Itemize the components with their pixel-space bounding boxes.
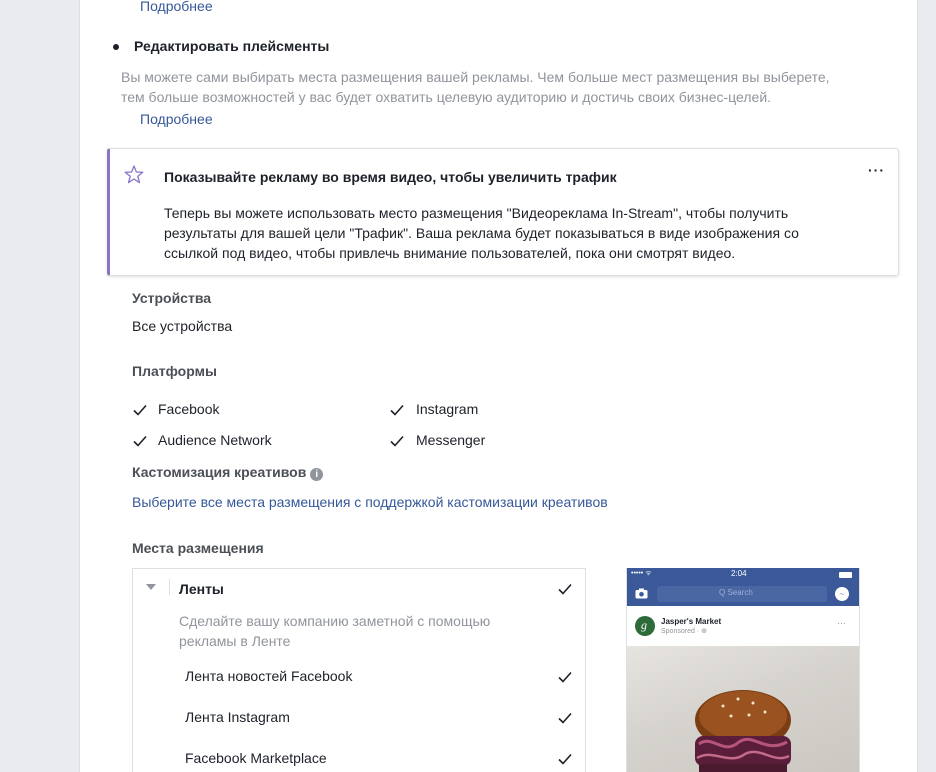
- radio-selected-dot: [113, 44, 119, 50]
- platforms-heading: Платформы: [132, 363, 217, 379]
- advertiser-avatar: g: [635, 616, 655, 636]
- placement-item-facebook-news-feed[interactable]: Лента новостей Facebook: [185, 668, 352, 684]
- devices-value[interactable]: Все устройства: [132, 318, 232, 334]
- tip-title: Показывайте рекламу во время видео, чтоб…: [164, 169, 617, 185]
- info-icon[interactable]: i: [310, 468, 324, 481]
- tip-body: Теперь вы можете использовать место разм…: [164, 203, 894, 263]
- placements-card: Подробнее Редактировать плейсменты Вы мо…: [79, 0, 918, 772]
- facebook-label[interactable]: Facebook: [158, 401, 219, 417]
- messenger-checkbox[interactable]: [389, 433, 405, 449]
- placement-item-facebook-marketplace[interactable]: Facebook Marketplace: [185, 750, 327, 766]
- phone-search-field: Q Search: [657, 586, 827, 602]
- burger-image: [695, 690, 791, 772]
- camera-icon: [635, 588, 648, 599]
- ad-image: [627, 646, 859, 772]
- placements-list-panel: Ленты Сделайте вашу компанию заметной с …: [132, 568, 586, 772]
- customization-link[interactable]: Выберите все места размещения с поддержк…: [132, 494, 608, 510]
- audience-network-checkbox[interactable]: [132, 433, 148, 449]
- edit-placements-desc-line2: тем больше возможностей у вас будет охва…: [121, 89, 772, 105]
- post-menu-icon: ···: [837, 618, 846, 628]
- status-signal: ••••• ᯤ: [631, 570, 652, 577]
- instagram-checkbox[interactable]: [389, 402, 405, 418]
- facebook-news-feed-checkbox[interactable]: [557, 669, 573, 685]
- customization-heading-row: Кастомизация креативов i: [132, 464, 324, 481]
- messenger-label[interactable]: Messenger: [416, 432, 485, 448]
- messenger-icon: [835, 587, 849, 601]
- search-placeholder: Q Search: [719, 588, 753, 597]
- status-time: 2:04: [731, 569, 747, 578]
- tip-body-line3: ссылкой под видео, чтобы привлечь вниман…: [164, 245, 736, 261]
- edit-placements-desc-line1: Вы можете сами выбирать места размещения…: [121, 69, 830, 85]
- avatar-letter: g: [641, 618, 647, 632]
- facebook-checkbox[interactable]: [132, 402, 148, 418]
- more-link-edit-placements[interactable]: Подробнее: [140, 111, 213, 127]
- instagram-feed-checkbox[interactable]: [557, 710, 573, 726]
- edit-placements-radio[interactable]: [109, 40, 123, 54]
- edit-placements-label[interactable]: Редактировать плейсменты: [134, 38, 329, 54]
- tip-body-line1: Теперь вы можете использовать место разм…: [164, 205, 789, 221]
- instream-tip-box: Показывайте рекламу во время видео, чтоб…: [107, 148, 899, 276]
- phone-nav-bar: Q Search: [627, 582, 859, 606]
- caret-down-icon[interactable]: [145, 583, 157, 591]
- edit-placements-description: Вы можете сами выбирать места размещения…: [121, 67, 911, 107]
- divider: [169, 579, 170, 595]
- feeds-desc-line1: Сделайте вашу компанию заметной с помощь…: [179, 613, 491, 629]
- tip-body-line2: результаты для вашей цели "Трафик". Ваша…: [164, 225, 799, 241]
- placement-item-instagram-feed[interactable]: Лента Instagram: [185, 709, 290, 725]
- audience-network-label[interactable]: Audience Network: [158, 432, 272, 448]
- instagram-label[interactable]: Instagram: [416, 401, 478, 417]
- phone-status-bar: ••••• ᯤ 2:04: [627, 568, 859, 582]
- star-icon: [124, 165, 144, 184]
- phone-frame: ••••• ᯤ 2:04 Q Search g Jasper's Market …: [626, 568, 860, 772]
- feeds-desc-line2: рекламы в Ленте: [179, 633, 291, 649]
- customization-heading: Кастомизация креативов: [132, 464, 307, 480]
- advertiser-name: Jasper's Market: [661, 617, 722, 626]
- devices-heading: Устройства: [132, 290, 212, 306]
- feeds-group-description: Сделайте вашу компанию заметной с помощь…: [179, 611, 539, 651]
- ad-preview: ••••• ᯤ 2:04 Q Search g Jasper's Market …: [610, 568, 874, 772]
- more-link-top[interactable]: Подробнее: [140, 0, 213, 14]
- battery-icon: [839, 572, 852, 578]
- placements-heading: Места размещения: [132, 540, 264, 556]
- feeds-group-title[interactable]: Ленты: [179, 581, 224, 597]
- sponsored-label: Sponsored · ⊕: [661, 628, 707, 635]
- tip-menu-button[interactable]: ···: [868, 162, 885, 178]
- feeds-group-checkbox[interactable]: [557, 581, 573, 597]
- facebook-marketplace-checkbox[interactable]: [557, 751, 573, 767]
